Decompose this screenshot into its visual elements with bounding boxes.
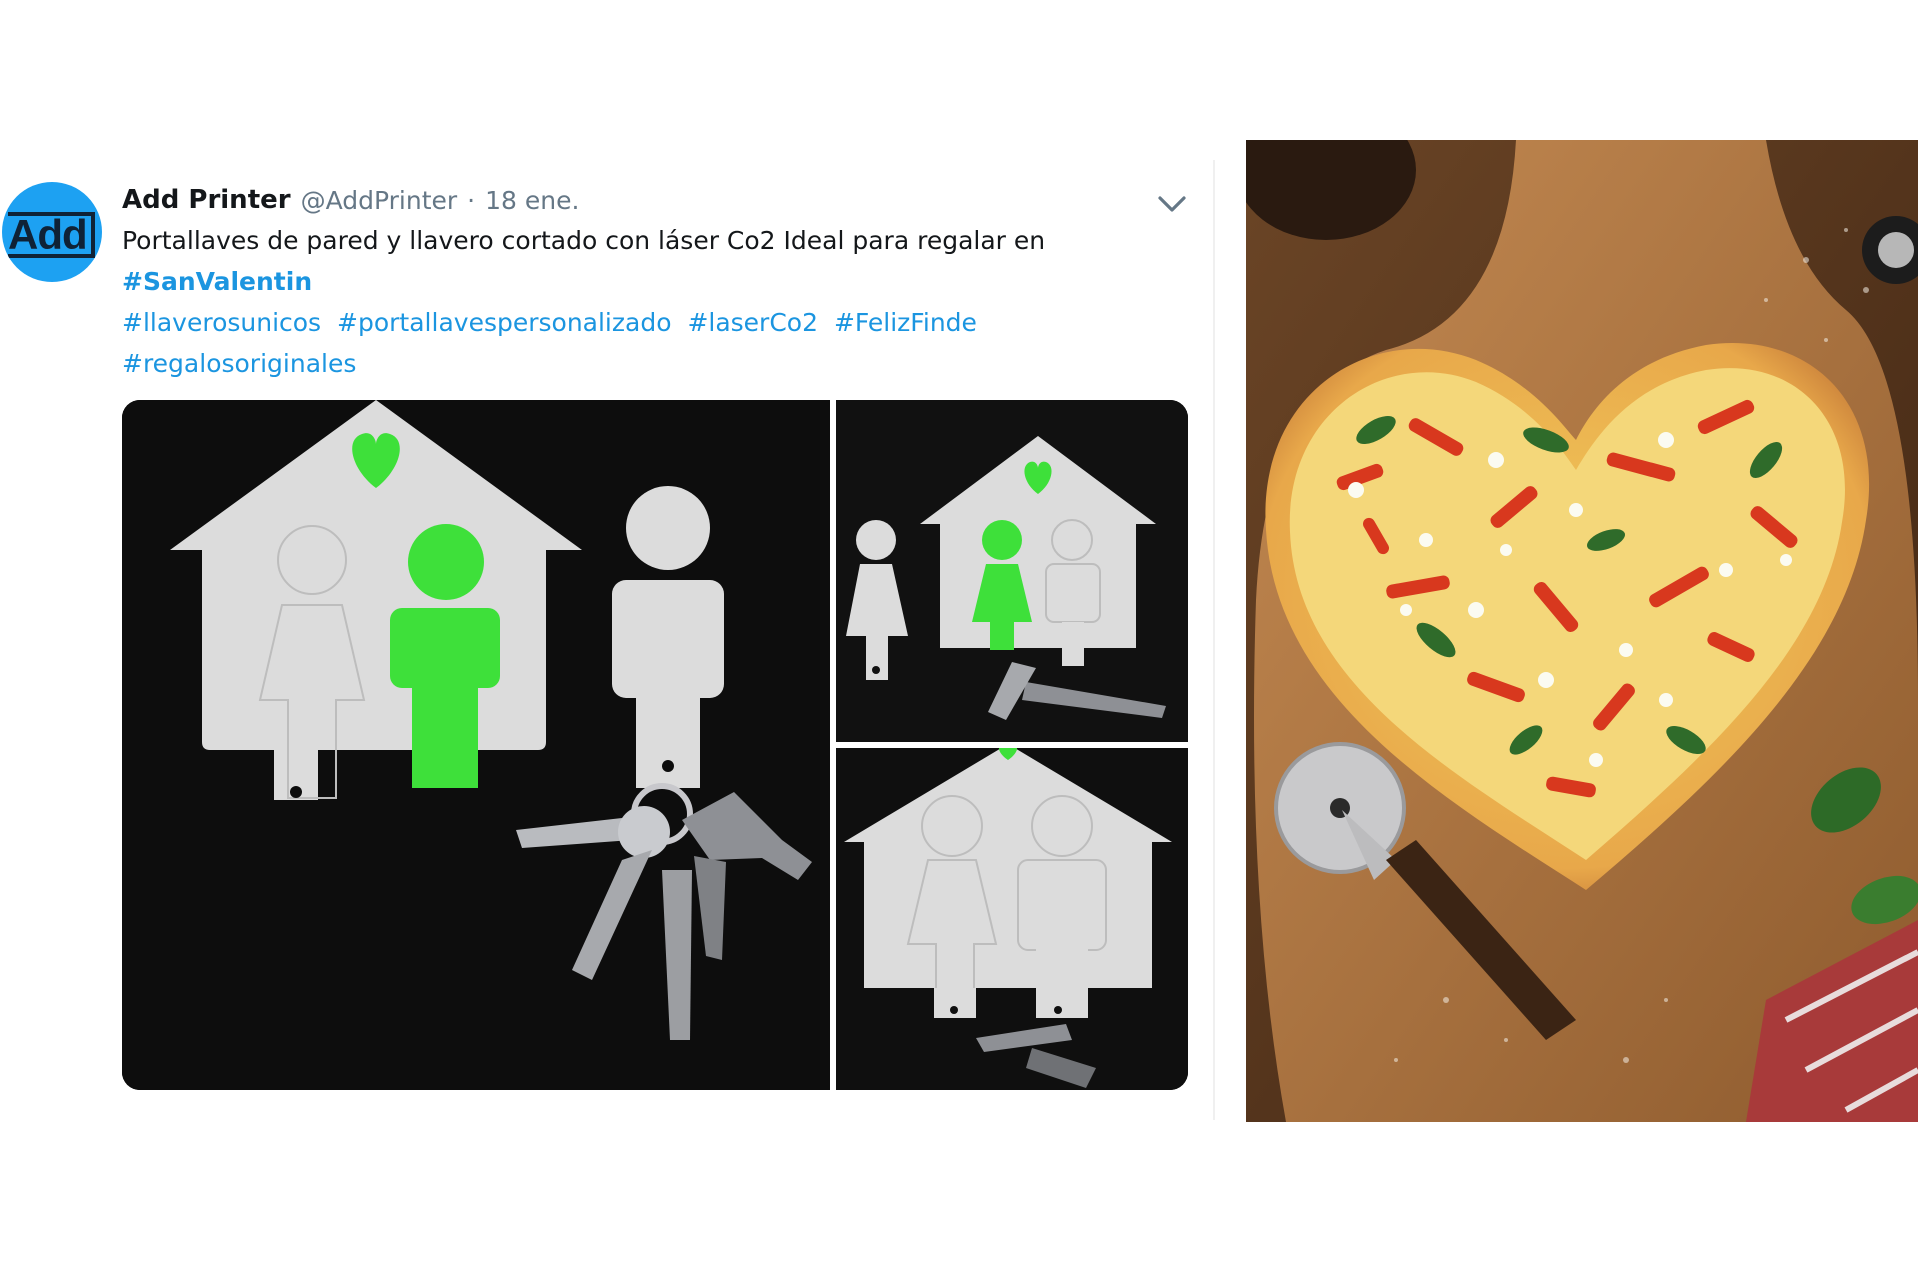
pizza-photo	[1246, 140, 1918, 1122]
hashtag-line-3: #regalosoriginales	[122, 343, 1182, 384]
chevron-down-icon[interactable]	[1156, 192, 1188, 216]
avatar-logo: Add	[8, 212, 95, 258]
hashtag-link[interactable]: #laserCo2	[687, 308, 818, 337]
tweet-text: Portallaves de pared y llavero cortado c…	[122, 220, 1182, 384]
hashtag-link[interactable]: #llaverosunicos	[122, 308, 321, 337]
hashtag-line-2: #llaverosunicos #portallavespersonalizad…	[122, 302, 1182, 343]
hashtag-link[interactable]: #FelizFinde	[834, 308, 977, 337]
hashtag-link[interactable]: #SanValentin	[122, 267, 312, 296]
tweet-body: Portallaves de pared y llavero cortado c…	[122, 226, 1046, 255]
tweet-media-grid	[122, 400, 1188, 1090]
author-avatar[interactable]: Add	[2, 182, 102, 282]
media-image-3[interactable]	[836, 748, 1188, 1090]
key-holder-image	[122, 400, 830, 1090]
tweet-header: Add Printer @AddPrinter · 18 ene.	[122, 182, 579, 218]
hashtag-link[interactable]: #regalosoriginales	[122, 349, 356, 378]
media-image-1[interactable]	[122, 400, 830, 1090]
column-divider	[1213, 160, 1215, 1120]
tweet-date[interactable]: 18 ene.	[485, 186, 579, 215]
heart-pizza-image	[1246, 140, 1918, 1122]
hashtag-link[interactable]: #portallavespersonalizado	[337, 308, 671, 337]
key-holder-image	[836, 748, 1188, 1090]
author-name[interactable]: Add Printer	[122, 185, 291, 215]
header-separator: ·	[467, 185, 476, 215]
hashtag-line-1: #SanValentin	[122, 261, 1182, 302]
media-image-2[interactable]	[836, 400, 1188, 742]
key-holder-image	[836, 400, 1188, 742]
tweet-card[interactable]: Add Add Printer @AddPrinter · 18 ene. Po…	[0, 176, 1210, 1106]
author-handle[interactable]: @AddPrinter	[301, 186, 458, 215]
